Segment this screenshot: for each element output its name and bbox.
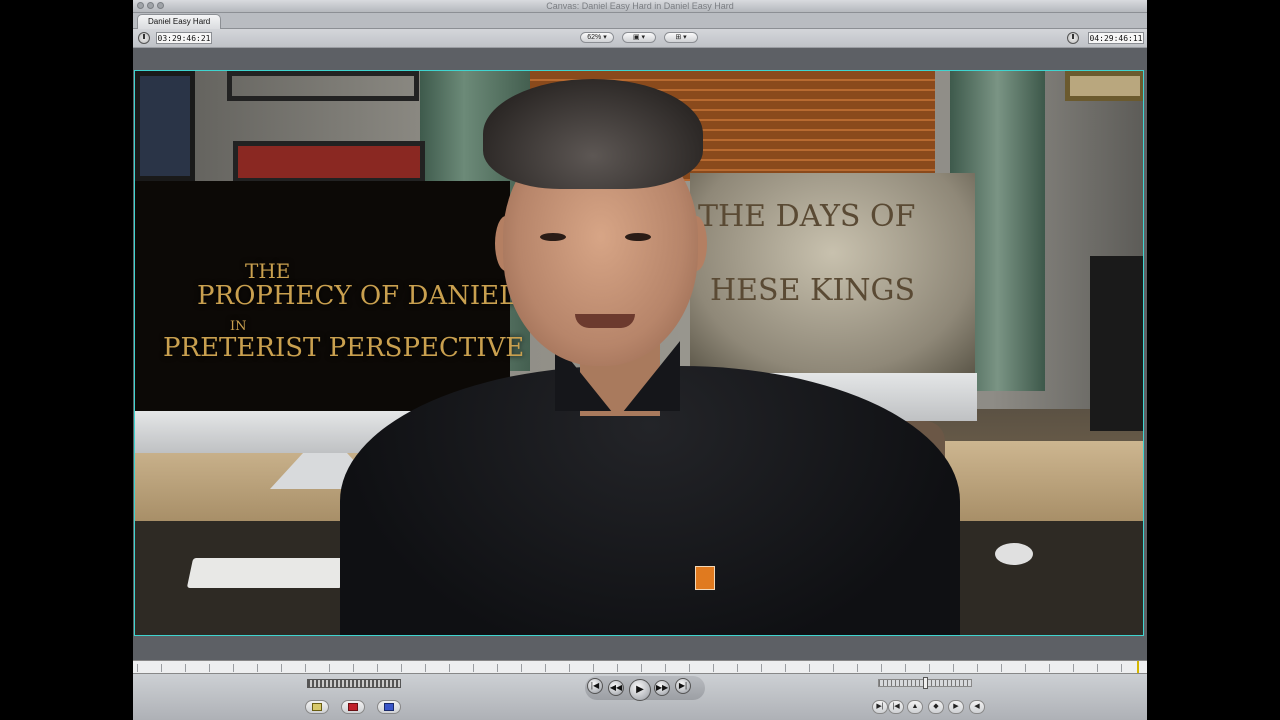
presenter-hair	[483, 79, 703, 189]
display-popup[interactable]: ⊞ ▾	[664, 32, 698, 43]
mark-out-icon: ▶	[953, 703, 959, 710]
overlay-icon: ▣	[632, 34, 640, 41]
play-icon: ▶	[636, 684, 644, 695]
left-screen-title-2: PROPHECY OF DANIEL	[197, 281, 517, 311]
wall-frame	[233, 141, 425, 183]
play-button[interactable]: ▶	[629, 679, 651, 701]
wall-poster	[135, 71, 195, 181]
mark-clip-icon: |◀	[892, 703, 900, 710]
replace-edit-button[interactable]	[377, 700, 401, 714]
right-monitor-screen: THE DAYS OF HESE KINGS	[690, 173, 975, 373]
overwrite-edit-button[interactable]	[341, 700, 365, 714]
timecode-current-field[interactable]: 04:29:46:11	[1088, 32, 1144, 44]
frame-icon: ⊞	[675, 34, 682, 41]
right-screen-title-2: HESE KINGS	[710, 273, 916, 308]
next-edit-icon: ▶|	[678, 681, 688, 690]
scrubber-ticks	[137, 664, 1143, 672]
zoom-value: 62%	[587, 34, 602, 41]
play-around-current-button[interactable]: ▶▶	[654, 680, 670, 696]
timecode-duration-field[interactable]: 03:29:46:21	[156, 32, 212, 44]
keyboard	[186, 558, 349, 588]
tab-sequence[interactable]: Daniel Easy Hard	[137, 14, 222, 29]
mark-out-button[interactable]: ▶	[948, 700, 964, 714]
wall-frame	[227, 71, 419, 101]
current-timecode-dial-icon	[1067, 32, 1079, 44]
left-screen-title-1: THE	[245, 259, 291, 283]
add-marker-button[interactable]: ◆	[928, 700, 944, 714]
shirt-logo-patch	[695, 566, 715, 590]
play-in-out-icon: ◀◀	[609, 683, 623, 692]
wall-frame	[1065, 71, 1143, 101]
window-title: Canvas: Daniel Easy Hard in Daniel Easy …	[546, 1, 734, 11]
add-marker-icon: ◆	[933, 703, 939, 710]
go-to-previous-edit-button[interactable]: |◀	[587, 678, 603, 694]
canvas-window: Canvas: Daniel Easy Hard in Daniel Easy …	[133, 0, 1147, 720]
left-monitor-screen: THE PROPHECY OF DANIEL IN PRETERIST PERS…	[135, 181, 524, 411]
left-screen-title-4: PRETERIST PERSPECTIVE	[163, 333, 525, 363]
playhead[interactable]	[1137, 661, 1139, 673]
go-to-next-edit-button[interactable]: ▶|	[675, 678, 691, 694]
transport-controls: |◀ ◀◀ ▶ ▶▶ ▶| ▶| |◀ ▲ ◆ ▶ ◀	[133, 674, 1147, 720]
jog-knob[interactable]	[923, 677, 928, 689]
mark-in-button[interactable]: ▲	[907, 700, 923, 714]
mark-in-icon: ▲	[911, 703, 919, 710]
speaker	[1090, 256, 1143, 431]
presenter-mouth	[575, 314, 635, 328]
insert-edit-icon	[312, 703, 322, 711]
mouse	[995, 543, 1033, 565]
add-keyframe-icon: ◀	[974, 703, 980, 710]
replace-edit-icon	[384, 703, 394, 711]
insert-edit-button[interactable]	[305, 700, 329, 714]
tab-strip: Daniel Easy Hard	[133, 13, 1147, 29]
canvas-area: THE PROPHECY OF DANIEL IN PRETERIST PERS…	[133, 48, 1147, 660]
left-screen-title-3: IN	[230, 319, 247, 334]
add-keyframe-button[interactable]: ◀	[969, 700, 985, 714]
match-frame-icon: ▶|	[876, 703, 884, 710]
view-popup[interactable]: ▣ ▾	[622, 32, 656, 43]
duration-dial-icon	[138, 32, 150, 44]
jog-control[interactable]	[878, 677, 972, 689]
zoom-popup[interactable]: 62% ▾	[580, 32, 614, 43]
presenter-eye	[625, 233, 651, 241]
control-bar: 03:29:46:21 62% ▾ ▣ ▾ ⊞ ▾ 04:29:46:11	[133, 29, 1147, 48]
shuttle-control[interactable]	[307, 679, 401, 688]
right-screen-title-1: THE DAYS OF	[698, 199, 916, 234]
video-frame[interactable]: THE PROPHECY OF DANIEL IN PRETERIST PERS…	[134, 70, 1144, 636]
previous-edit-icon: |◀	[590, 681, 600, 690]
play-in-to-out-button[interactable]: ◀◀	[608, 680, 624, 696]
title-bar: Canvas: Daniel Easy Hard in Daniel Easy …	[133, 0, 1147, 13]
mark-clip-button[interactable]: |◀	[888, 700, 904, 714]
scrubber-bar[interactable]	[133, 660, 1147, 674]
play-around-icon: ▶▶	[655, 683, 669, 692]
presenter-eye	[540, 233, 566, 241]
overwrite-edit-icon	[348, 703, 358, 711]
match-frame-button[interactable]: ▶|	[872, 700, 888, 714]
